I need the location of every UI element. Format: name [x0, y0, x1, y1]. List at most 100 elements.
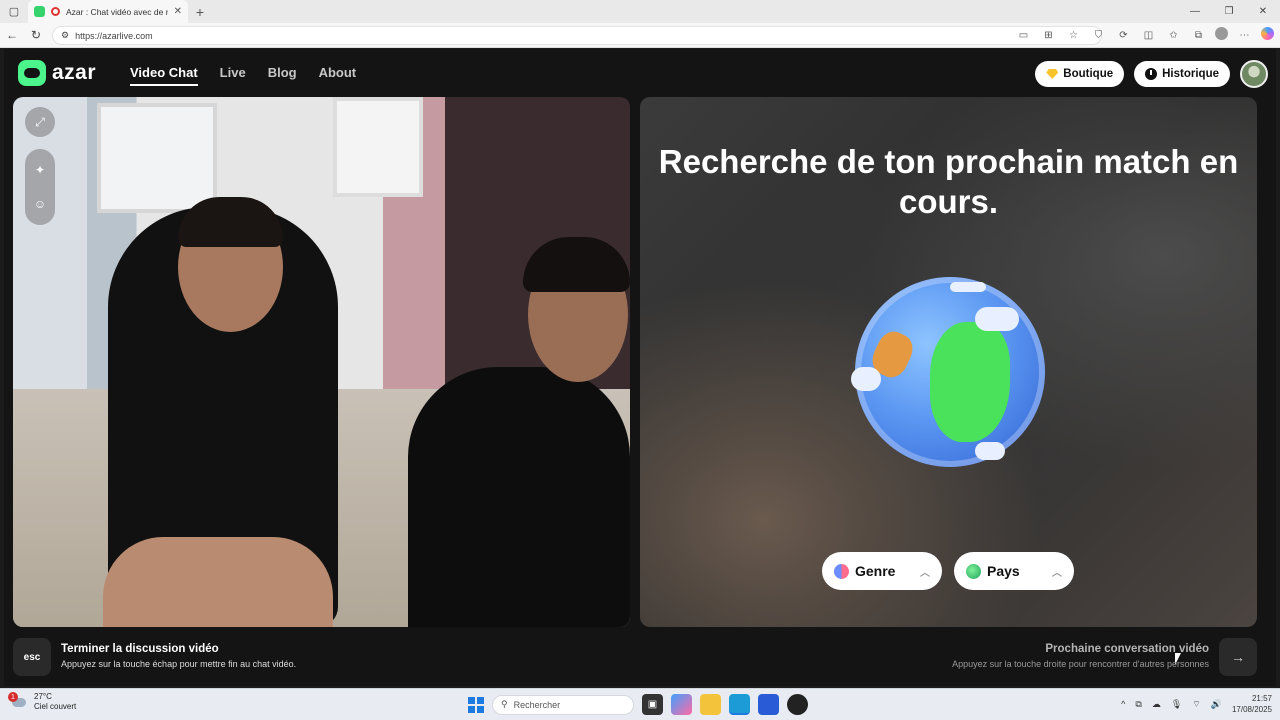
close-tab-icon[interactable]: ✕ [174, 6, 182, 17]
reload-icon[interactable]: ↻ [24, 28, 48, 42]
globe-land [930, 322, 1010, 442]
tray-app-icon[interactable]: ⧉ [1135, 699, 1141, 710]
taskbar-search[interactable]: ⚲ Rechercher [492, 694, 634, 715]
globe-cloud [950, 282, 986, 292]
weather-condition: Ciel couvert [34, 702, 77, 711]
match-search-title: Recherche de ton prochain match en cours… [658, 143, 1239, 220]
face-filter-icon[interactable]: ☺ [25, 187, 55, 221]
more-menu-icon[interactable]: ⋯ [1236, 27, 1253, 44]
window-controls: — ❐ ✕ [1178, 0, 1280, 23]
fullscreen-icon[interactable]: ⤢ [25, 107, 55, 137]
recording-app-icon[interactable] [787, 694, 808, 715]
history-button[interactable]: Historique [1134, 61, 1230, 87]
match-panel: Recherche de ton prochain match en cours… [640, 97, 1257, 627]
shortcut-bar: esc Terminer la discussion vidéo Appuyez… [4, 631, 1276, 686]
effects-group: ✦ ☺ [25, 149, 55, 225]
back-icon[interactable]: ← [0, 28, 24, 42]
search-icon: ⚲ [501, 699, 508, 709]
nav-video-chat[interactable]: Video Chat [130, 65, 198, 86]
collections-icon[interactable]: ⧉ [1190, 27, 1207, 44]
video-window [97, 103, 217, 213]
next-chat-hint: Appuyez sur la touche droite pour rencon… [952, 659, 1209, 669]
shield-icon[interactable]: ⛉ [1090, 27, 1107, 44]
cloud-icon: 1 [8, 692, 28, 712]
arrow-right-icon: → [1231, 649, 1245, 665]
browser-toolbar: ← ↻ ⚙ https://azarlive.com ▭ ⊞ ☆ ⛉ ⟳ ◫ ✩… [0, 23, 1280, 48]
match-filters: Genre ︿ Pays ︿ [822, 552, 1074, 590]
nav-about[interactable]: About [319, 65, 357, 86]
globe-cloud [975, 442, 1005, 460]
close-window-icon[interactable]: ✕ [1246, 0, 1280, 23]
nav-live[interactable]: Live [220, 65, 246, 86]
copilot-icon[interactable] [1261, 27, 1274, 40]
edge-browser-icon[interactable] [729, 694, 750, 715]
chevron-up-icon: ︿ [1052, 567, 1062, 579]
file-explorer-icon[interactable] [700, 694, 721, 715]
nav-blog[interactable]: Blog [268, 65, 297, 86]
end-chat-hint: Appuyez sur la touche échap pour mettre … [61, 659, 297, 669]
country-filter-label: Pays [987, 563, 1020, 579]
app-install-icon[interactable]: ⊞ [1040, 27, 1057, 44]
globe-cloud [975, 307, 1019, 331]
gender-filter[interactable]: Genre ︿ [822, 552, 942, 590]
chevron-up-icon: ︿ [920, 567, 930, 579]
system-clock[interactable]: 21:57 17/08/2025 [1232, 693, 1272, 715]
system-tray: ^ ⧉ ☁ 🎙 ⌔ 🔊 21:57 17/08/2025 [1121, 693, 1272, 715]
azar-logo-icon [18, 60, 46, 86]
end-chat-button[interactable]: esc [13, 638, 51, 676]
tray-chevron-up-icon[interactable]: ^ [1121, 699, 1125, 709]
profile-icon[interactable] [1215, 27, 1228, 40]
window-menu-icon[interactable]: ▢ [0, 0, 28, 23]
favorite-star-icon[interactable]: ☆ [1065, 27, 1082, 44]
next-chat-title: Prochaine conversation vidéo [1045, 643, 1209, 655]
store-icon[interactable] [758, 694, 779, 715]
url-text: https://azarlive.com [75, 30, 153, 41]
microphone-icon[interactable]: 🎙 [1171, 699, 1182, 710]
address-bar[interactable]: ⚙ https://azarlive.com [52, 26, 1102, 45]
person-left-hair [178, 197, 283, 247]
clock-time: 21:57 [1251, 694, 1272, 703]
globe-cloud [851, 367, 881, 391]
maximize-icon[interactable]: ❐ [1212, 0, 1246, 23]
onedrive-icon[interactable]: ☁ [1152, 699, 1161, 710]
shop-button[interactable]: Boutique [1035, 61, 1125, 87]
sparkle-effects-icon[interactable]: ✦ [25, 153, 55, 187]
weather-widget[interactable]: 1 27°C Ciel couvert [8, 692, 76, 712]
windows-start-icon[interactable] [468, 696, 484, 713]
gender-filter-label: Genre [855, 563, 896, 579]
weather-text: 27°C Ciel couvert [34, 692, 76, 712]
taskbar-apps: ⚲ Rechercher ▣ [468, 694, 808, 715]
next-chat-button[interactable]: → [1219, 638, 1257, 676]
os-taskbar: 1 27°C Ciel couvert ⚲ Rechercher ▣ ^ ⧉ ☁… [0, 688, 1280, 720]
video-tools: ⤢ ✦ ☺ [25, 107, 57, 225]
recording-icon [51, 7, 60, 16]
site-info-icon[interactable]: ⚙ [61, 30, 69, 41]
azar-logo[interactable]: azar [18, 60, 96, 86]
azar-favicon-icon [34, 6, 45, 17]
clock-icon [1145, 68, 1158, 80]
new-tab-button[interactable]: + [188, 4, 212, 20]
user-avatar[interactable] [1240, 60, 1268, 88]
favorites-icon[interactable]: ✩ [1165, 27, 1182, 44]
extensions-icon[interactable]: ⟳ [1115, 27, 1132, 44]
person-left-legs [103, 537, 333, 627]
temperature: 27°C [34, 692, 52, 701]
country-filter[interactable]: Pays ︿ [954, 552, 1074, 590]
browser-tab[interactable]: Azar : Chat vidéo avec de no ✕ [28, 0, 188, 23]
copilot-app-icon[interactable] [671, 694, 692, 715]
app-header: azar Video Chat Live Blog About Boutique… [4, 49, 1276, 97]
task-view-icon[interactable]: ▣ [642, 694, 663, 715]
camera-icon[interactable]: ▭ [1015, 27, 1032, 44]
azar-app: azar Video Chat Live Blog About Boutique… [4, 49, 1276, 686]
globe-icon [851, 277, 1045, 467]
split-screen-icon[interactable]: ◫ [1140, 27, 1157, 44]
video-window-right [333, 97, 423, 197]
local-video: ⤢ ✦ ☺ [13, 97, 630, 627]
wifi-icon[interactable]: ⌔ [1192, 699, 1200, 710]
main-nav: Video Chat Live Blog About [130, 65, 356, 86]
history-label: Historique [1162, 68, 1219, 80]
person-right-hair [523, 237, 630, 292]
minimize-icon[interactable]: — [1178, 0, 1212, 23]
toolbar-icons: ▭ ⊞ ☆ ⛉ ⟳ ◫ ✩ ⧉ ⋯ [1015, 27, 1274, 44]
volume-icon[interactable]: 🔊 [1211, 699, 1222, 710]
